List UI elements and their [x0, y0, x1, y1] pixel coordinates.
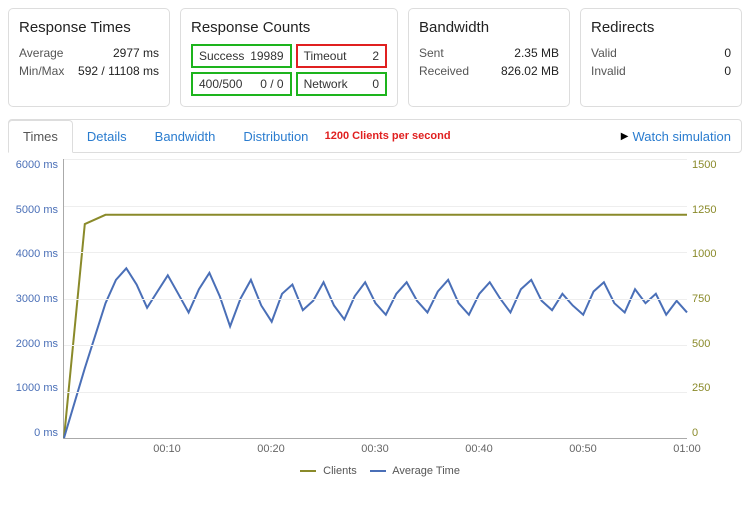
metric-row: Average 2977 ms [19, 44, 159, 62]
metric-value: 2.35 MB [514, 46, 559, 60]
metric-value: 0 [724, 64, 731, 78]
chart-legend: Clients Average Time [8, 465, 742, 477]
metric-row: Min/Max 592 / 11108 ms [19, 62, 159, 80]
response-counts-card: Response Counts Success 19989 Timeout 2 … [180, 8, 398, 107]
tab-bandwidth[interactable]: Bandwidth [141, 121, 230, 152]
metric-label: Valid [591, 46, 617, 60]
card-title: Response Times [19, 19, 159, 36]
redirects-card: Redirects Valid 0 Invalid 0 [580, 8, 742, 107]
metric-label: Sent [419, 46, 444, 60]
times-chart: 6000 ms5000 ms4000 ms3000 ms2000 ms1000 … [8, 159, 742, 459]
metric-value: 826.02 MB [501, 64, 559, 78]
count-network: Network 0 [296, 72, 387, 96]
play-icon: ▶ [621, 131, 629, 142]
x-axis: 00:1000:2000:3000:4000:5001:00 [63, 443, 687, 459]
metric-label: Min/Max [19, 64, 64, 78]
count-timeout: Timeout 2 [296, 44, 387, 68]
legend-swatch-avg [370, 470, 386, 472]
tab-distribution[interactable]: Distribution [229, 121, 322, 152]
bandwidth-card: Bandwidth Sent 2.35 MB Received 826.02 M… [408, 8, 570, 107]
metric-label: Average [19, 46, 63, 60]
y-axis-left: 6000 ms5000 ms4000 ms3000 ms2000 ms1000 … [8, 159, 58, 439]
metric-row: Valid 0 [591, 44, 731, 62]
metric-row: Invalid 0 [591, 62, 731, 80]
tab-times[interactable]: Times [8, 120, 73, 153]
metric-value: 592 / 11108 ms [78, 64, 159, 78]
y-axis-right: 1500125010007505002500 [692, 159, 742, 439]
card-title: Bandwidth [419, 19, 559, 36]
metric-value: 2977 ms [113, 46, 159, 60]
plot-area [63, 159, 687, 439]
metric-row: Sent 2.35 MB [419, 44, 559, 62]
tab-details[interactable]: Details [73, 121, 141, 152]
metric-label: Received [419, 64, 469, 78]
card-title: Response Counts [191, 19, 387, 36]
legend-swatch-clients [300, 470, 316, 472]
metric-row: Received 826.02 MB [419, 62, 559, 80]
count-errors: 400/500 0 / 0 [191, 72, 292, 96]
metric-label: Invalid [591, 64, 626, 78]
count-success: Success 19989 [191, 44, 292, 68]
card-title: Redirects [591, 19, 731, 36]
legend-label: Clients [323, 465, 357, 477]
response-times-card: Response Times Average 2977 ms Min/Max 5… [8, 8, 170, 107]
metric-value: 0 [724, 46, 731, 60]
clients-per-second-note: 1200 Clients per second [325, 130, 451, 142]
tab-bar: Times Details Bandwidth Distribution 120… [8, 119, 742, 153]
watch-simulation-link[interactable]: ▶ Watch simulation [621, 129, 741, 144]
legend-label: Average Time [392, 465, 460, 477]
